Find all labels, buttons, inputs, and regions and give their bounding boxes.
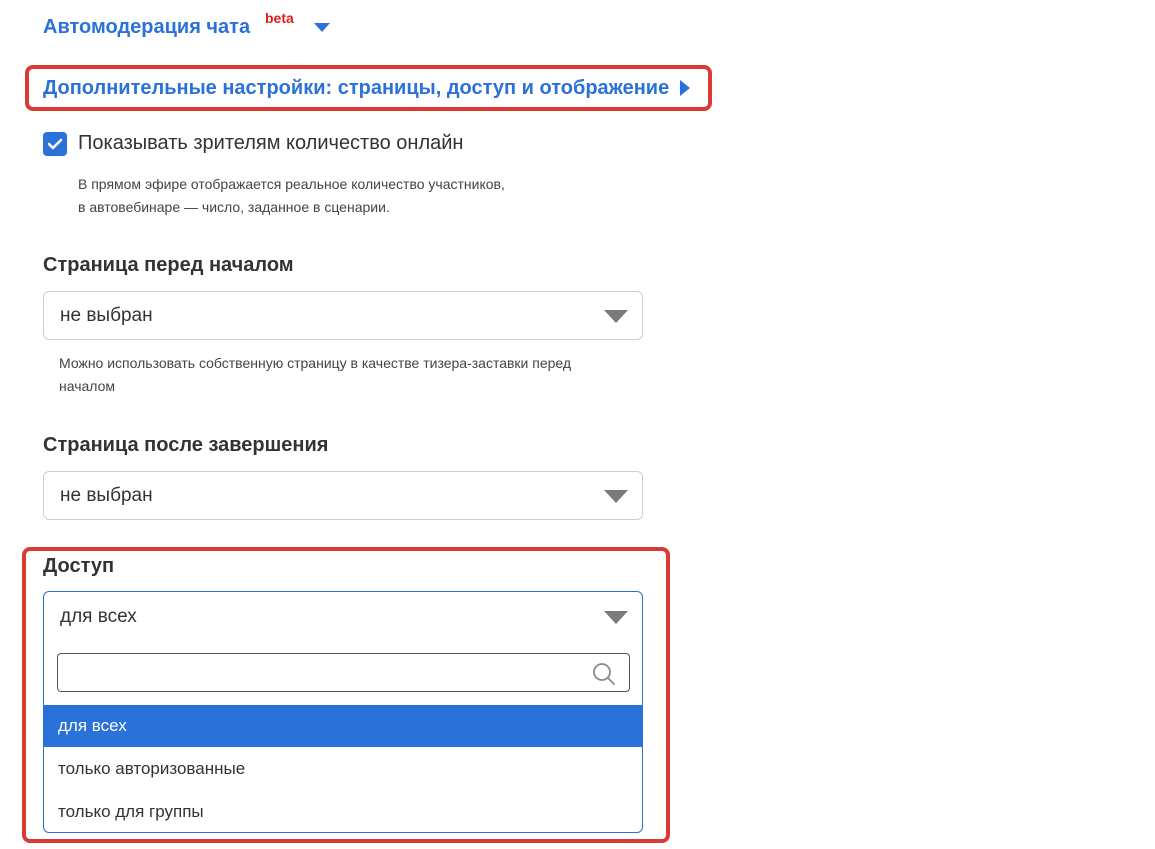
access-label: Доступ (43, 555, 115, 577)
page-before-label: Страница перед началом (43, 254, 294, 276)
access-option-label: только для группы (58, 801, 204, 821)
chat-automoderation-toggle[interactable]: Автомодерация чата (43, 14, 250, 40)
search-icon (593, 663, 615, 685)
chevron-right-icon[interactable] (680, 80, 690, 96)
show-online-hint: В прямом эфире отображается реальное кол… (78, 173, 638, 219)
page-after-select[interactable]: не выбран (43, 471, 643, 520)
access-value: для всех (60, 606, 137, 627)
show-online-hint-line1: В прямом эфире отображается реальное кол… (78, 176, 505, 192)
check-icon (47, 138, 63, 150)
chat-automoderation-label: Автомодерация чата (43, 15, 251, 38)
show-online-label[interactable]: Показывать зрителям количество онлайн (78, 132, 463, 155)
access-dropdown: для всех для всех только авторизованные … (43, 591, 643, 833)
dropdown-arrow-icon (604, 309, 628, 323)
chevron-down-icon[interactable] (314, 23, 330, 32)
access-option-authorized[interactable]: только авторизованные (44, 747, 642, 790)
page-before-hint: Можно использовать собственную страницу … (59, 352, 659, 398)
access-search-input[interactable] (57, 653, 630, 692)
dropdown-arrow-icon (604, 611, 628, 624)
additional-settings-label: Дополнительные настройки: страницы, дост… (43, 76, 670, 99)
access-option-label: только авторизованные (58, 758, 246, 778)
page-after-label: Страница после завершения (43, 434, 329, 456)
page-before-select[interactable]: не выбран (43, 291, 643, 340)
access-select[interactable]: для всех (44, 592, 642, 642)
access-search-field[interactable] (58, 654, 578, 691)
additional-settings-toggle[interactable]: Дополнительные настройки: страницы, дост… (43, 75, 669, 101)
beta-badge: beta (265, 10, 294, 26)
page-before-hint-line1: Можно использовать собственную страницу … (59, 355, 572, 371)
access-option-label: для всех (58, 716, 127, 735)
page-after-value: не выбран (60, 484, 153, 506)
dropdown-arrow-icon (604, 489, 628, 503)
page-before-hint-line2: началом (59, 378, 116, 394)
show-online-checkbox[interactable] (43, 132, 67, 156)
access-option-group[interactable]: только для группы (44, 790, 642, 832)
page-before-value: не выбран (60, 304, 153, 326)
access-option-all[interactable]: для всех (44, 705, 642, 747)
show-online-hint-line2: в автовебинаре — число, заданное в сцена… (78, 199, 390, 215)
